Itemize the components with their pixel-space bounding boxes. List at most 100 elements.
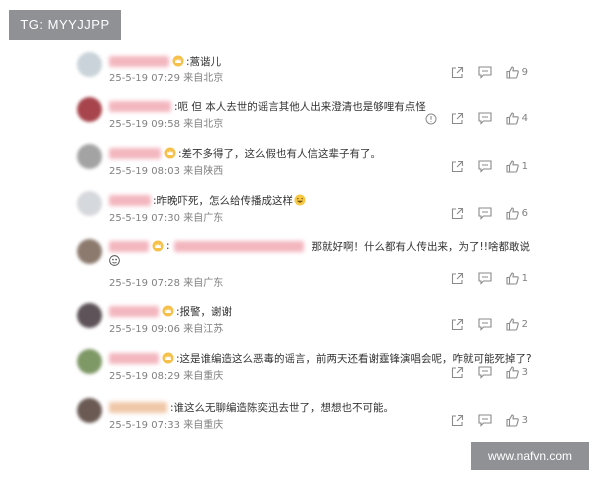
comment-icon[interactable] bbox=[478, 112, 492, 125]
like-button[interactable]: 4 bbox=[506, 112, 528, 125]
comment-actions: 1 bbox=[437, 160, 528, 173]
comment-item: :昨晚吓死，怎么给传播成这样 25-5-19 07:30 来自广东 6 bbox=[0, 189, 600, 237]
comment-icon[interactable] bbox=[478, 272, 492, 285]
avatar[interactable] bbox=[77, 97, 102, 122]
comment-item: :差不多得了，这么假也有人信这辈子有了。 25-5-19 08:03 来自陕西 … bbox=[0, 142, 600, 190]
like-button[interactable]: 2 bbox=[506, 318, 528, 331]
thumbs-up-icon bbox=[506, 414, 519, 427]
mentioned-user-blurred[interactable] bbox=[173, 240, 304, 252]
like-button[interactable]: 9 bbox=[506, 66, 528, 79]
username-blurred[interactable] bbox=[109, 305, 159, 317]
like-button[interactable]: 1 bbox=[506, 272, 528, 285]
report-icon[interactable] bbox=[425, 113, 437, 125]
username-blurred[interactable] bbox=[109, 55, 169, 67]
comment-icon[interactable] bbox=[478, 66, 492, 79]
comment-meta: 25-5-19 09:58 来自北京 bbox=[109, 115, 223, 130]
avatar[interactable] bbox=[77, 239, 102, 264]
crown-icon bbox=[164, 147, 176, 159]
comment-date: 25-5-19 08:29 bbox=[109, 371, 181, 382]
username-blurred[interactable] bbox=[109, 401, 167, 413]
comment-item: :这是谁编造这么恶毒的谣言，前两天还看谢霆锋演唱会呢，咋就可能死掉了? 25-5… bbox=[0, 347, 600, 395]
comment-location: 来自北京 bbox=[183, 119, 224, 130]
comment-actions: 4 bbox=[411, 112, 528, 125]
like-count: 1 bbox=[521, 161, 528, 172]
comment-list: :蒿谐儿 25-5-19 07:29 来自北京 9 :呃 但 本人去世的谣言其他… bbox=[0, 0, 600, 480]
avatar[interactable] bbox=[77, 52, 102, 77]
like-count: 3 bbox=[521, 415, 528, 426]
comment-date: 25-5-19 07:28 bbox=[109, 278, 181, 289]
comment-item: :蒿谐儿 25-5-19 07:29 来自北京 9 bbox=[0, 50, 600, 98]
avatar[interactable] bbox=[77, 349, 102, 374]
comment-meta: 25-5-19 07:30 来自广东 bbox=[109, 209, 223, 224]
username-blurred[interactable] bbox=[109, 100, 171, 112]
username-blurred[interactable] bbox=[109, 352, 159, 364]
thumbs-up-icon bbox=[506, 112, 519, 125]
comment-date: 25-5-19 07:30 bbox=[109, 213, 181, 224]
comment-meta: 25-5-19 07:29 来自北京 bbox=[109, 69, 223, 84]
comment-meta: 25-5-19 08:03 来自陕西 bbox=[109, 162, 223, 177]
comment-meta: 25-5-19 08:29 来自重庆 bbox=[109, 367, 223, 382]
share-icon[interactable] bbox=[451, 66, 464, 79]
username-blurred[interactable] bbox=[109, 194, 151, 206]
comment-item: :呃 但 本人去世的谣言其他人出来澄清也是够哩有点怪 25-5-19 09:58… bbox=[0, 95, 600, 143]
thumbs-up-icon bbox=[506, 160, 519, 173]
comment-location: 来自江苏 bbox=[183, 324, 224, 335]
comment-date: 25-5-19 08:03 bbox=[109, 166, 181, 177]
comment-icon[interactable] bbox=[478, 207, 492, 220]
share-icon[interactable] bbox=[451, 318, 464, 331]
comment-text-line2 bbox=[109, 255, 120, 269]
comment-item: :报警，谢谢 25-5-19 09:06 来自江苏 2 bbox=[0, 300, 600, 348]
thumbs-up-icon bbox=[506, 207, 519, 220]
comment-date: 25-5-19 07:29 bbox=[109, 73, 181, 84]
comment-text: :呃 但 本人去世的谣言其他人出来澄清也是够哩有点怪 bbox=[174, 100, 426, 113]
like-count: 3 bbox=[521, 367, 528, 378]
like-button[interactable]: 3 bbox=[506, 414, 528, 427]
comment-location: 来自广东 bbox=[183, 278, 224, 289]
crown-icon bbox=[162, 352, 174, 364]
share-icon[interactable] bbox=[451, 160, 464, 173]
comment-icon[interactable] bbox=[478, 318, 492, 331]
comment-text: :谁这么无聊编造陈奕迅去世了，想想也不可能。 bbox=[170, 401, 395, 414]
comment-text: :报警，谢谢 bbox=[176, 305, 233, 318]
like-button[interactable]: 3 bbox=[506, 366, 528, 379]
username-blurred[interactable] bbox=[109, 240, 149, 252]
comment-icon[interactable] bbox=[478, 414, 492, 427]
share-icon[interactable] bbox=[451, 207, 464, 220]
comment-actions: 1 bbox=[437, 272, 528, 285]
emoji-icon bbox=[109, 255, 120, 266]
avatar[interactable] bbox=[77, 191, 102, 216]
like-button[interactable]: 6 bbox=[506, 207, 528, 220]
comment-item: : 那就好啊！什么都有人传出来，为了!!啥都敢说 25-5-19 07:28 来… bbox=[0, 235, 600, 293]
comment-text: :差不多得了，这么假也有人信这辈子有了。 bbox=[178, 147, 382, 160]
comment-item: :谁这么无聊编造陈奕迅去世了，想想也不可能。 25-5-19 07:33 来自重… bbox=[0, 396, 600, 444]
crown-icon bbox=[162, 305, 174, 317]
comment-meta: 25-5-19 09:06 来自江苏 bbox=[109, 320, 223, 335]
comment-location: 来自重庆 bbox=[183, 371, 224, 382]
avatar[interactable] bbox=[77, 144, 102, 169]
comment-actions: 9 bbox=[437, 66, 528, 79]
like-count: 6 bbox=[521, 208, 528, 219]
comment-icon[interactable] bbox=[478, 366, 492, 379]
comment-actions: 6 bbox=[437, 207, 528, 220]
comment-text-continued: 那就好啊！什么都有人传出来，为了!!啥都敢说 bbox=[311, 240, 530, 253]
comment-location: 来自广东 bbox=[183, 213, 224, 224]
comment-actions: 3 bbox=[437, 414, 528, 427]
share-icon[interactable] bbox=[451, 112, 464, 125]
share-icon[interactable] bbox=[451, 366, 464, 379]
avatar[interactable] bbox=[77, 303, 102, 328]
thumbs-up-icon bbox=[506, 366, 519, 379]
avatar[interactable] bbox=[77, 398, 102, 423]
comment-icon[interactable] bbox=[478, 160, 492, 173]
comment-meta: 25-5-19 07:33 来自重庆 bbox=[109, 416, 223, 431]
crown-icon bbox=[152, 240, 164, 252]
share-icon[interactable] bbox=[451, 414, 464, 427]
comment-date: 25-5-19 07:33 bbox=[109, 420, 181, 431]
like-button[interactable]: 1 bbox=[506, 160, 528, 173]
share-icon[interactable] bbox=[451, 272, 464, 285]
like-count: 9 bbox=[521, 67, 528, 78]
comment-location: 来自重庆 bbox=[183, 420, 224, 431]
crown-icon bbox=[172, 55, 184, 67]
comment-meta: 25-5-19 07:28 来自广东 bbox=[109, 274, 223, 289]
comment-actions: 3 bbox=[437, 366, 528, 379]
username-blurred[interactable] bbox=[109, 147, 161, 159]
